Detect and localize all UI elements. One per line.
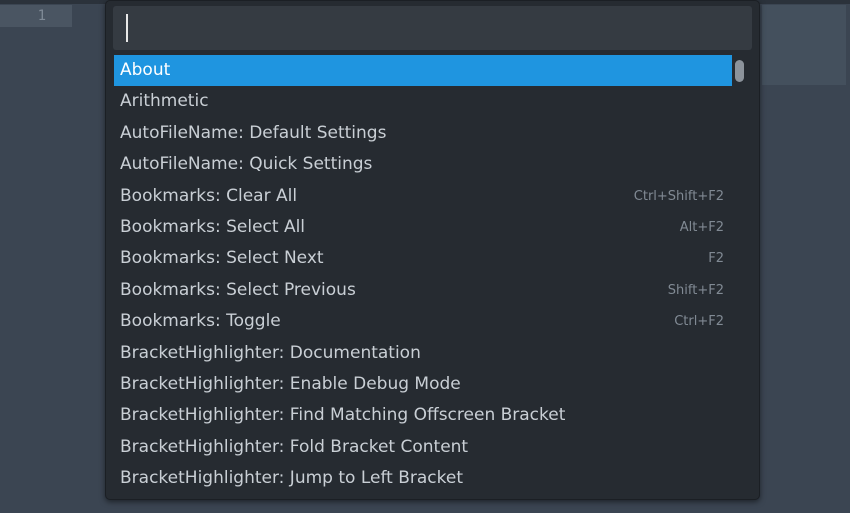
command-item-label: AutoFileName: Default Settings bbox=[120, 122, 387, 143]
command-item-shortcut: Ctrl+Shift+F2 bbox=[633, 188, 724, 204]
scrollbar-thumb[interactable] bbox=[735, 60, 744, 82]
command-item-9[interactable]: BracketHighlighter: Documentation bbox=[114, 338, 732, 369]
command-item-6[interactable]: Bookmarks: Select Next F2 bbox=[114, 243, 732, 274]
minimap[interactable] bbox=[762, 5, 846, 85]
command-item-label: About bbox=[120, 60, 171, 80]
command-item-10[interactable]: BracketHighlighter: Enable Debug Mode bbox=[114, 369, 732, 400]
command-item-5[interactable]: Bookmarks: Select All Alt+F2 bbox=[114, 212, 732, 243]
command-item-shortcut: Shift+F2 bbox=[667, 282, 724, 298]
command-item-3[interactable]: AutoFileName: Quick Settings bbox=[114, 149, 732, 180]
command-list: About Arithmetic AutoFileName: Default S… bbox=[114, 55, 732, 495]
command-item-label: Bookmarks: Select Next bbox=[120, 248, 324, 269]
command-item-shortcut: Ctrl+F2 bbox=[674, 314, 724, 330]
command-item-label: BracketHighlighter: Documentation bbox=[120, 342, 421, 363]
command-search-input[interactable] bbox=[119, 12, 739, 44]
command-item-label: Bookmarks: Clear All bbox=[120, 185, 298, 206]
command-item-8[interactable]: Bookmarks: Toggle Ctrl+F2 bbox=[114, 306, 732, 337]
command-item-7[interactable]: Bookmarks: Select Previous Shift+F2 bbox=[114, 275, 732, 306]
line-number: 1 bbox=[37, 8, 46, 24]
command-item-label: Bookmarks: Toggle bbox=[120, 311, 281, 332]
command-item-label: BracketHighlighter: Enable Debug Mode bbox=[120, 373, 461, 394]
command-item-0[interactable]: About bbox=[114, 55, 732, 87]
command-item-label: BracketHighlighter: Jump to Left Bracket bbox=[120, 468, 463, 489]
command-item-label: BracketHighlighter: Fold Bracket Content bbox=[120, 436, 469, 457]
command-item-label: Bookmarks: Select All bbox=[120, 216, 306, 237]
command-item-12[interactable]: BracketHighlighter: Fold Bracket Content bbox=[114, 432, 732, 463]
command-palette-input-box[interactable] bbox=[113, 6, 752, 50]
scrollbar-track[interactable] bbox=[733, 55, 747, 495]
command-palette: About Arithmetic AutoFileName: Default S… bbox=[105, 0, 760, 500]
command-item-shortcut: Alt+F2 bbox=[679, 219, 724, 235]
command-item-label: AutoFileName: Quick Settings bbox=[120, 154, 373, 175]
command-item-2[interactable]: AutoFileName: Default Settings bbox=[114, 118, 732, 149]
command-item-label: Arithmetic bbox=[120, 91, 209, 112]
text-caret bbox=[126, 14, 128, 42]
command-item-1[interactable]: Arithmetic bbox=[114, 86, 732, 117]
command-item-label: Bookmarks: Select Previous bbox=[120, 279, 356, 300]
command-item-label: BracketHighlighter: Find Matching Offscr… bbox=[120, 405, 566, 426]
command-item-13[interactable]: BracketHighlighter: Jump to Left Bracket bbox=[114, 463, 732, 494]
command-item-11[interactable]: BracketHighlighter: Find Matching Offscr… bbox=[114, 400, 732, 431]
command-item-4[interactable]: Bookmarks: Clear All Ctrl+Shift+F2 bbox=[114, 181, 732, 212]
command-item-shortcut: F2 bbox=[708, 251, 724, 267]
